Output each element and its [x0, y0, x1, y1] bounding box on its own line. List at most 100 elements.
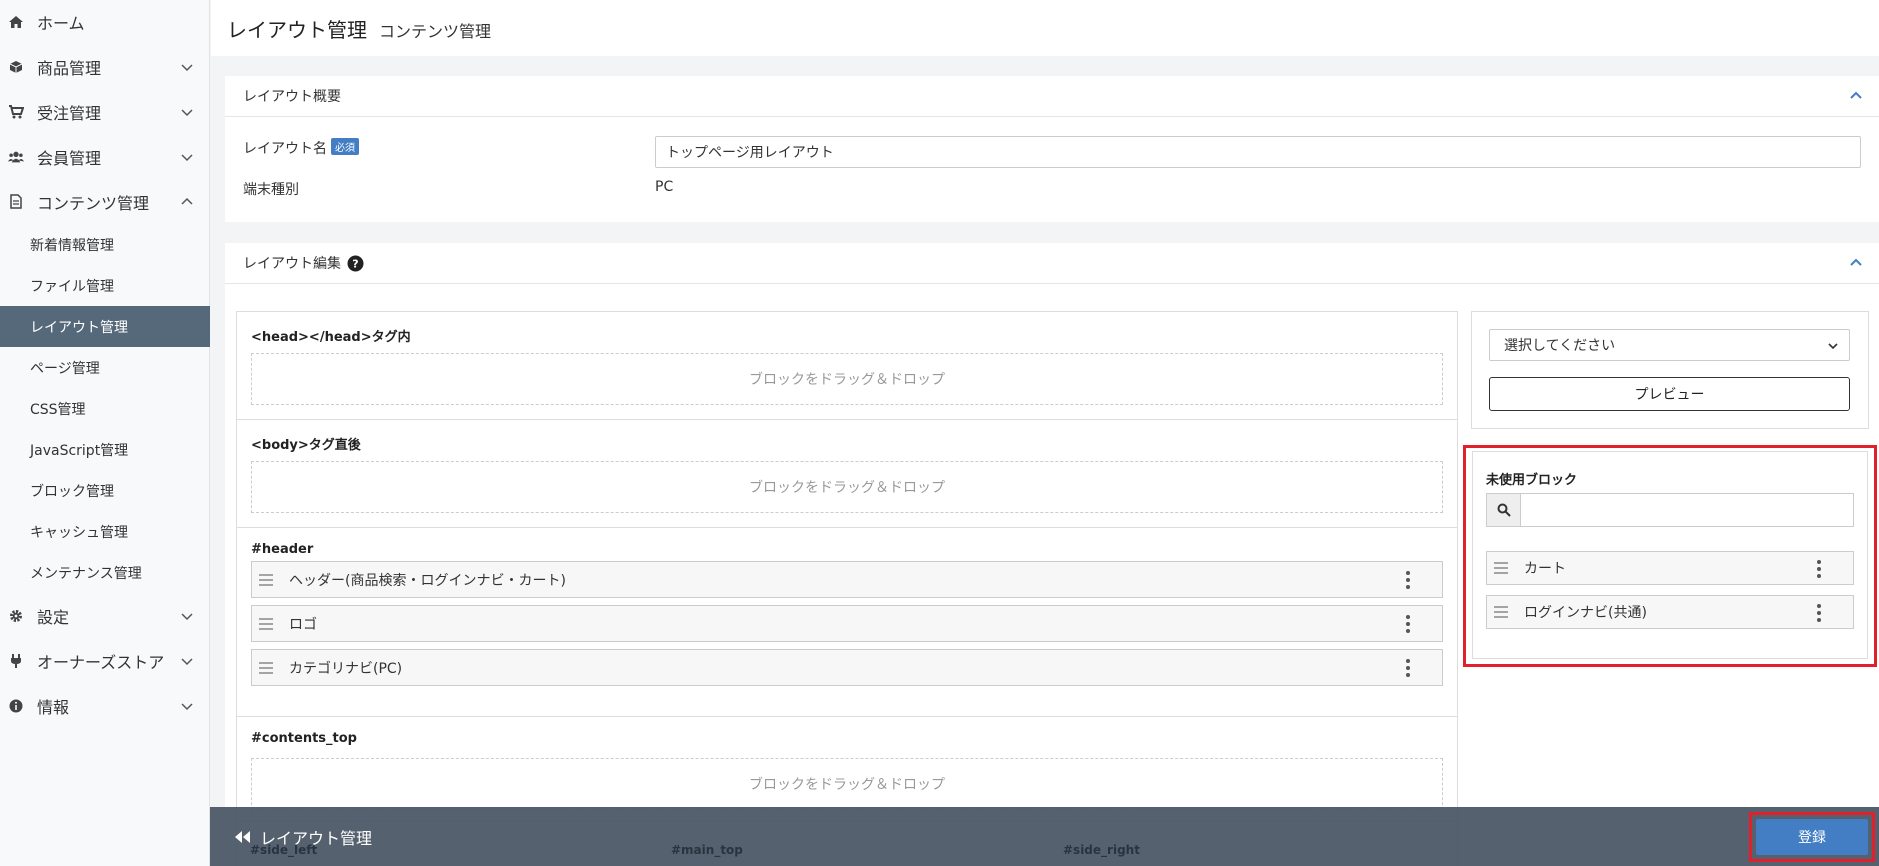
block-label: カート [1524, 561, 1566, 577]
preview-panel: 選択してください プレビュー [1471, 311, 1869, 429]
plug-icon [8, 653, 24, 669]
kebab-menu-icon[interactable] [1406, 659, 1410, 677]
chevron-up-icon[interactable] [1849, 256, 1863, 270]
preview-button[interactable]: プレビュー [1489, 377, 1850, 411]
layout-name-label: レイアウト名 必須 [243, 138, 359, 158]
sidebar-item-orders[interactable]: 受注管理 [0, 89, 210, 134]
section-head: <head></head>タグ内 ブロックをドラッグ＆ドロップ [237, 312, 1457, 420]
sidebar-item-members[interactable]: 会員管理 [0, 134, 210, 179]
block-search-input[interactable] [1521, 494, 1853, 526]
sidebar-item-label: 設定 [37, 607, 70, 627]
sidebar-sub-javascript[interactable]: JavaScript管理 [0, 429, 210, 470]
unused-blocks-panel: 未使用ブロック カート ログインナビ(共通) [1472, 451, 1868, 659]
kebab-menu-icon[interactable] [1817, 560, 1821, 578]
unused-block[interactable]: ログインナビ(共通) [1486, 595, 1854, 629]
register-highlight: 登録 [1749, 812, 1875, 862]
block-label: ロゴ [289, 616, 317, 633]
chevron-up-icon[interactable] [1849, 89, 1863, 103]
sidebar-item-products[interactable]: 商品管理 [0, 44, 210, 89]
document-icon [8, 194, 24, 210]
sidebar-item-label: ホーム [37, 14, 85, 33]
device-type-label: 端末種別 [243, 182, 299, 198]
chevron-down-icon [181, 657, 193, 665]
section-title: <body>タグ直後 [251, 438, 361, 453]
sidebar-sub-css[interactable]: CSS管理 [0, 388, 210, 429]
section-title: #contents_top [251, 731, 357, 746]
select-value: 選択してください [1504, 338, 1616, 354]
drag-handle-icon[interactable] [259, 617, 273, 630]
dropzone[interactable]: ブロックをドラッグ＆ドロップ [251, 758, 1443, 810]
sidebar-item-contents[interactable]: コンテンツ管理 [0, 179, 210, 224]
drag-handle-icon[interactable] [259, 661, 273, 674]
users-icon [8, 149, 24, 165]
layout-block[interactable]: ヘッダー(商品検索・ログインナビ・カート) [251, 561, 1443, 598]
sidebar-item-label: コンテンツ管理 [37, 193, 150, 213]
unused-blocks-title: 未使用ブロック [1486, 473, 1578, 488]
sidebar-sub-cache[interactable]: キャッシュ管理 [0, 511, 210, 552]
chevron-down-icon [181, 702, 193, 710]
drag-handle-icon[interactable] [1494, 606, 1508, 618]
sidebar-item-label: 商品管理 [37, 58, 102, 78]
card-title: レイアウト概要 [243, 89, 341, 105]
section-side-left-label: #side_left [250, 843, 318, 857]
sidebar: ホーム 商品管理 受注管理 会員管理 コンテンツ管理 新着情報管理 ファイル管理… [0, 0, 210, 866]
chevron-down-icon [181, 153, 193, 161]
drag-handle-icon[interactable] [259, 573, 273, 586]
drag-handle-icon[interactable] [1494, 562, 1508, 574]
block-search [1486, 493, 1854, 527]
sidebar-sub-layout[interactable]: レイアウト管理 [0, 306, 210, 347]
layout-editor-area: <head></head>タグ内 ブロックをドラッグ＆ドロップ <body>タグ… [236, 311, 1458, 866]
kebab-menu-icon[interactable] [1406, 615, 1410, 633]
block-label: ヘッダー(商品検索・ログインナビ・カート) [289, 572, 566, 589]
sidebar-item-label: 情報 [37, 697, 70, 717]
chevron-down-icon [1828, 343, 1838, 350]
page-header: レイアウト管理 コンテンツ管理 [211, 0, 1879, 56]
sidebar-sub-maintenance[interactable]: メンテナンス管理 [0, 552, 210, 593]
block-label: ログインナビ(共通) [1524, 605, 1647, 621]
kebab-menu-icon[interactable] [1406, 571, 1410, 589]
required-badge: 必須 [331, 138, 359, 155]
section-body: <body>タグ直後 ブロックをドラッグ＆ドロップ [237, 420, 1457, 528]
footer-action-bar: レイアウト管理 #side_left #main_top #side_right… [210, 807, 1879, 866]
preview-page-select[interactable]: 選択してください [1489, 329, 1850, 361]
unused-blocks-highlight: 未使用ブロック カート ログインナビ(共通) [1463, 445, 1877, 667]
section-main-top-label: #main_top [671, 843, 743, 857]
block-label: カテゴリナビ(PC) [289, 660, 403, 677]
svg-text:?: ? [352, 257, 358, 270]
cube-icon [8, 59, 24, 75]
sidebar-item-label: 受注管理 [37, 103, 102, 123]
sidebar-item-label: 会員管理 [37, 148, 102, 168]
chevron-down-icon [181, 63, 193, 71]
layout-block[interactable]: カテゴリナビ(PC) [251, 649, 1443, 686]
section-side-right-label: #side_right [1063, 843, 1140, 857]
kebab-menu-icon[interactable] [1817, 604, 1821, 622]
card-header: レイアウト編集 ? [225, 243, 1879, 284]
info-icon [8, 698, 24, 714]
page-title: レイアウト管理 [227, 17, 367, 42]
dropzone[interactable]: ブロックをドラッグ＆ドロップ [251, 461, 1443, 513]
search-icon [1487, 494, 1521, 526]
section-title: #header [251, 542, 314, 557]
section-title: <head></head>タグ内 [251, 330, 411, 345]
sidebar-item-settings[interactable]: 設定 [0, 593, 210, 638]
sidebar-item-label: オーナーズストア [37, 652, 165, 672]
section-header: #header ヘッダー(商品検索・ログインナビ・カート) ロゴ カテゴリナビ(… [237, 528, 1457, 717]
unused-block[interactable]: カート [1486, 551, 1854, 585]
layout-block[interactable]: ロゴ [251, 605, 1443, 642]
sidebar-item-home[interactable]: ホーム [0, 0, 210, 44]
sidebar-item-info[interactable]: 情報 [0, 683, 210, 728]
sidebar-item-owners-store[interactable]: オーナーズストア [0, 638, 210, 683]
register-button[interactable]: 登録 [1756, 819, 1868, 855]
sidebar-sub-files[interactable]: ファイル管理 [0, 265, 210, 306]
cart-icon [8, 104, 24, 120]
layout-name-input[interactable] [655, 136, 1861, 168]
layout-editor-card: レイアウト編集 ? <head></head>タグ内 ブロックをドラッグ＆ドロッ… [225, 243, 1879, 866]
sidebar-sub-pages[interactable]: ページ管理 [0, 347, 210, 388]
chevron-down-icon [181, 612, 193, 620]
help-icon[interactable]: ? [347, 255, 364, 272]
sidebar-sub-news[interactable]: 新着情報管理 [0, 224, 210, 265]
layout-overview-card: レイアウト概要 レイアウト名必須 端末種別 PC [225, 76, 1879, 222]
dropzone[interactable]: ブロックをドラッグ＆ドロップ [251, 353, 1443, 405]
sidebar-sub-blocks[interactable]: ブロック管理 [0, 470, 210, 511]
card-header: レイアウト概要 [225, 76, 1879, 117]
